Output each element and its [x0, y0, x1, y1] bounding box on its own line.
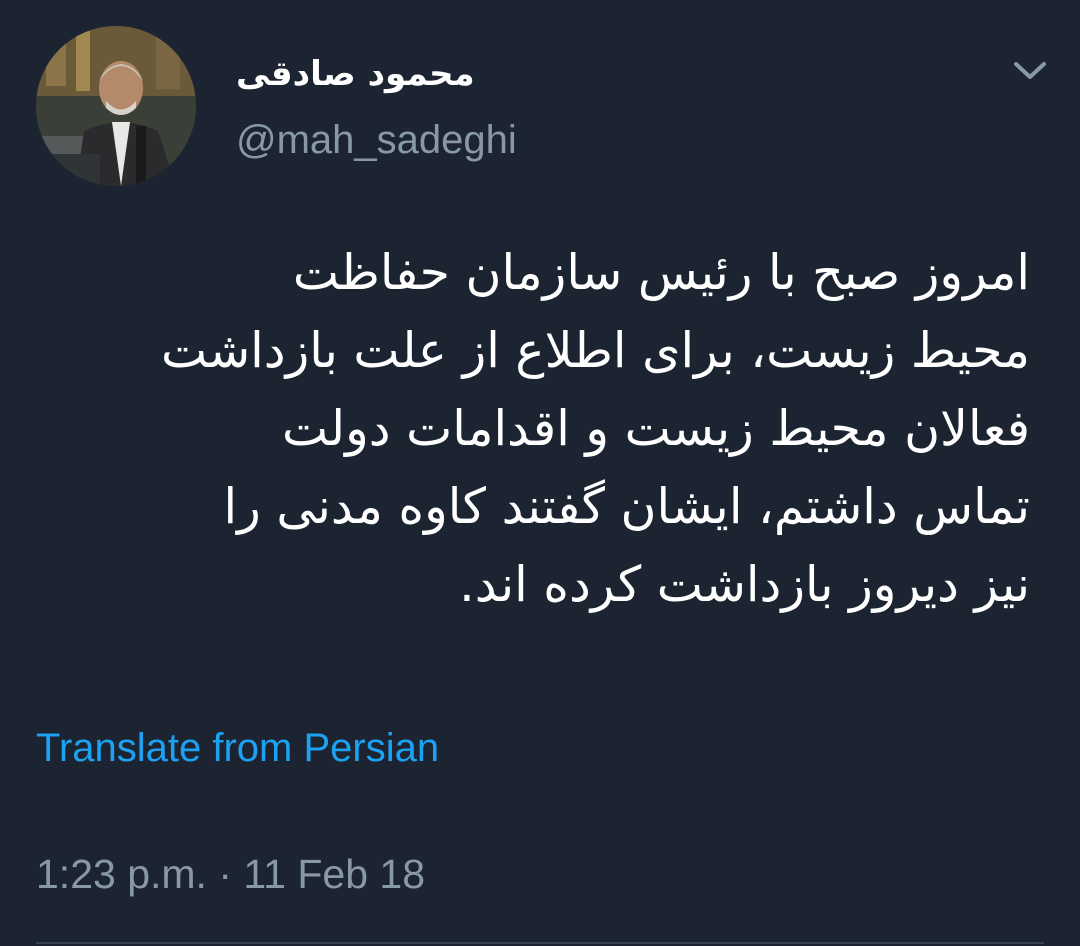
tweet-text-line: فعالان محیط زیست و اقدامات دولت: [282, 400, 1030, 457]
tweet-date: 11 Feb 18: [243, 851, 426, 897]
tweet-text: امروز صبح با رئیس سازمان حفاظت محیط زیست…: [36, 234, 1030, 624]
tweet-text-line: تماس داشتم، ایشان گفتند کاوه مدنی را: [223, 478, 1030, 535]
avatar-photo: [36, 26, 196, 186]
display-name[interactable]: محمود صادقی: [236, 52, 475, 96]
user-handle[interactable]: @mah_sadeghi: [236, 112, 517, 168]
avatar[interactable]: [36, 26, 196, 186]
tweet-text-line: محیط زیست، برای اطلاع از علت بازداشت: [161, 322, 1030, 379]
chevron-down-icon[interactable]: [1008, 52, 1052, 88]
divider: [36, 942, 1044, 944]
tweet-time: 1:23 p.m.: [36, 851, 207, 897]
meta-separator: ·: [218, 851, 232, 897]
tweet-timestamp: 1:23 p.m. · 11 Feb 18: [36, 846, 425, 902]
tweet-detail: محمود صادقی @mah_sadeghi امروز صبح با رئ…: [0, 0, 1080, 946]
tweet-text-line: امروز صبح با رئیس سازمان حفاظت: [292, 244, 1030, 301]
translate-link[interactable]: Translate from Persian: [36, 720, 439, 776]
tweet-text-line: نیز دیروز بازداشت کرده اند.: [459, 556, 1030, 613]
